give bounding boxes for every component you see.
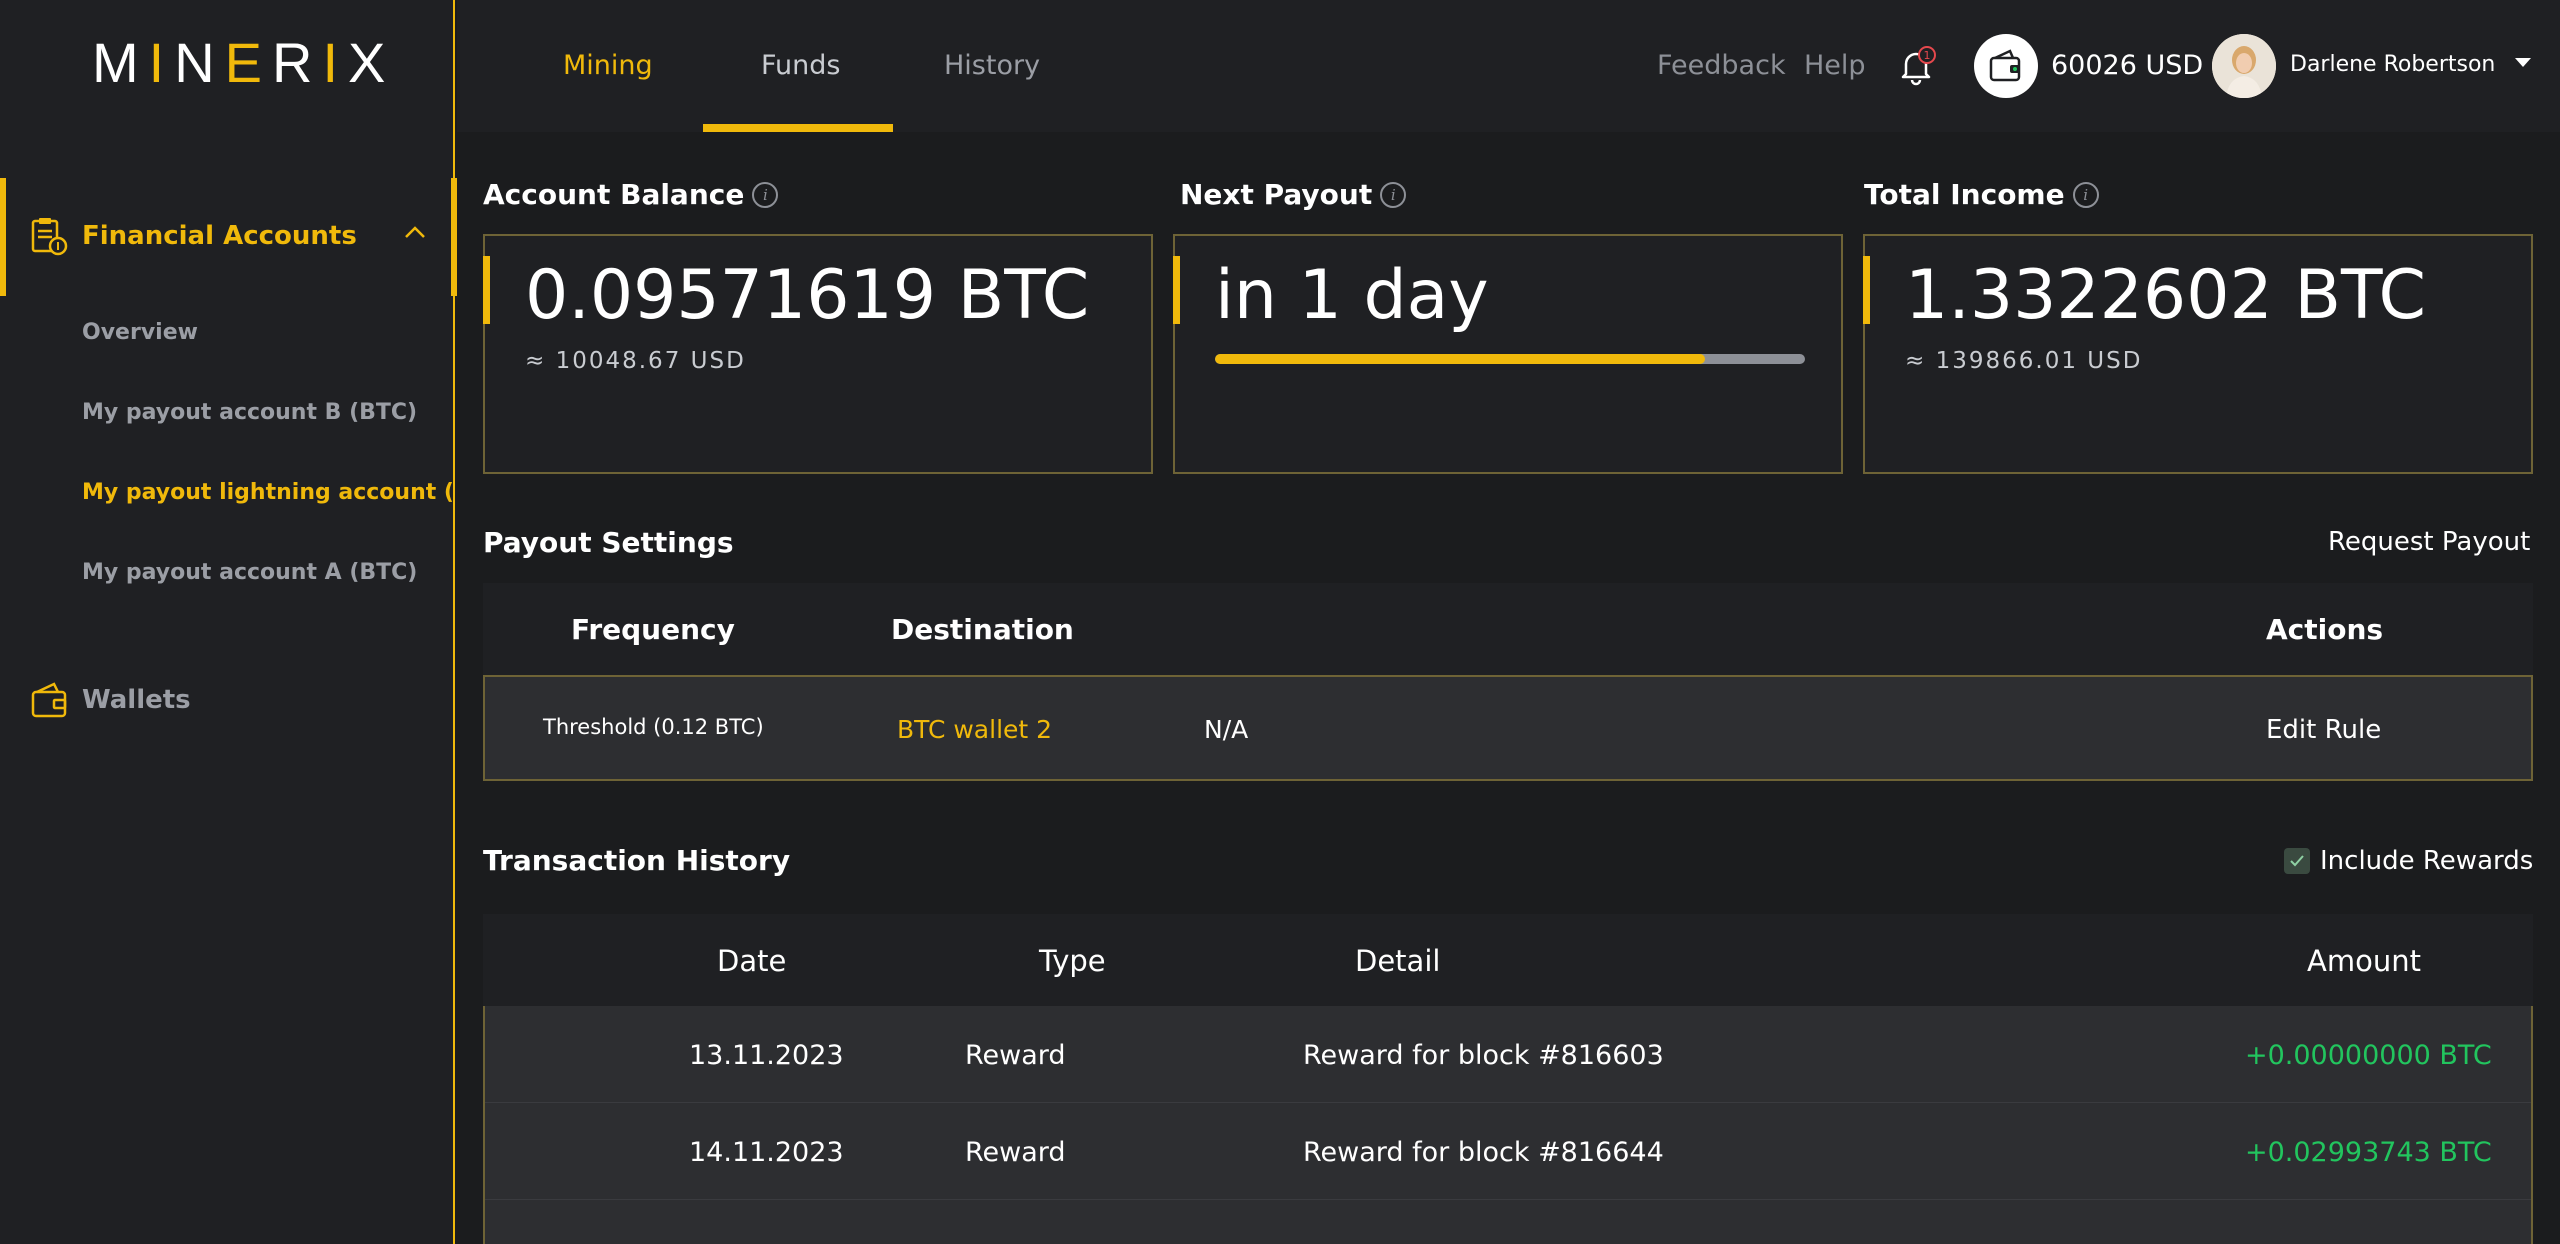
total-income-usd: ≈ 139866.01 USD: [1905, 348, 2143, 374]
ledger-icon: [31, 218, 68, 256]
avatar[interactable]: [2212, 34, 2276, 98]
account-balance-title: Account Balance i: [483, 178, 779, 211]
sidebar: MINERIX Financial Accounts Overview My p…: [0, 0, 457, 1244]
active-tab-indicator: [703, 124, 893, 132]
header-balance: 60026 USD: [2051, 50, 2204, 81]
financial-accounts-toggle[interactable]: Financial Accounts: [30, 216, 430, 256]
notification-bell-icon[interactable]: 1: [1894, 44, 1938, 88]
tx-date: 13.11.2023: [689, 1040, 844, 1071]
nav-group-wallets: Wallets: [0, 680, 455, 740]
tx-detail: Reward for block #816644: [1303, 1137, 1664, 1168]
info-icon[interactable]: i: [1380, 181, 1407, 208]
table-header: Date Type Detail Amount: [483, 914, 2533, 1006]
user-name: Darlene Robertson: [2290, 52, 2496, 77]
total-income-title: Total Income i: [1864, 178, 2099, 211]
nav-group-financial-accounts: Financial Accounts: [0, 178, 457, 296]
table-row: Threshold (0.12 BTC) BTC wallet 2 N/A Ed…: [483, 675, 2533, 781]
tx-type: Reward: [965, 1137, 1066, 1168]
transaction-history-table: Date Type Detail Amount 13.11.2023 Rewar…: [483, 914, 2533, 1244]
tab-mining[interactable]: Mining: [563, 50, 653, 81]
checkbox-box[interactable]: [2284, 848, 2310, 874]
table-row[interactable]: [485, 1200, 2531, 1244]
next-payout-progress-fill: [1215, 354, 1705, 364]
next-payout-title: Next Payout i: [1180, 178, 1407, 211]
account-balance-usd: ≈ 10048.67 USD: [525, 348, 746, 374]
user-photo: [2212, 34, 2276, 98]
payout-settings-table: Frequency Destination Actions Threshold …: [483, 583, 2533, 781]
column-amount: Amount: [2307, 944, 2421, 978]
total-income-label: Total Income: [1864, 178, 2065, 211]
sidebar-item-payout-account-b[interactable]: My payout account B (BTC): [82, 400, 452, 425]
top-header: Mining Funds History Feedback Help 1 600…: [457, 0, 2560, 132]
info-icon[interactable]: i: [2072, 181, 2099, 208]
column-destination: Destination: [891, 613, 1074, 646]
wallets-toggle[interactable]: Wallets: [30, 680, 430, 720]
header-wallet-button[interactable]: [1974, 34, 2038, 98]
wallet-icon: [31, 682, 67, 718]
sidebar-item-payout-account-a[interactable]: My payout account A (BTC): [82, 560, 452, 585]
next-payout-progress: [1215, 354, 1805, 364]
account-balance-label: Account Balance: [483, 178, 745, 211]
tx-type: Reward: [965, 1040, 1066, 1071]
tx-amount: +0.00000000 BTC: [2245, 1040, 2492, 1071]
account-balance-card: 0.09571619 BTC ≈ 10048.67 USD: [483, 234, 1153, 474]
transaction-history-title: Transaction History: [483, 844, 791, 877]
total-income-card: 1.3322602 BTC ≈ 139866.01 USD: [1863, 234, 2533, 474]
table-row[interactable]: 13.11.2023 Reward Reward for block #8166…: [485, 1006, 2531, 1103]
include-rewards-label: Include Rewards: [2320, 846, 2534, 876]
help-link[interactable]: Help: [1804, 50, 1866, 81]
check-icon: [2290, 855, 2304, 867]
tab-funds[interactable]: Funds: [761, 50, 840, 81]
column-actions: Actions: [2266, 613, 2384, 646]
tx-date: 14.11.2023: [689, 1137, 844, 1168]
column-type: Type: [1039, 944, 1106, 978]
notification-count: 1: [1924, 49, 1931, 62]
table-row[interactable]: 14.11.2023 Reward Reward for block #8166…: [485, 1103, 2531, 1200]
payout-frequency: Threshold (0.12 BTC): [543, 715, 764, 739]
financial-accounts-label: Financial Accounts: [82, 221, 357, 251]
table-body: 13.11.2023 Reward Reward for block #8166…: [483, 1006, 2533, 1244]
next-payout-card: in 1 day: [1173, 234, 1843, 474]
feedback-link[interactable]: Feedback: [1657, 50, 1786, 81]
payout-destination-link[interactable]: BTC wallet 2: [897, 715, 1052, 744]
column-detail: Detail: [1355, 944, 1441, 978]
logo[interactable]: MINERIX: [92, 31, 396, 94]
wallets-label: Wallets: [82, 685, 191, 715]
wallet-icon: [1989, 49, 2021, 82]
payout-extra: N/A: [1204, 715, 1249, 744]
sidebar-item-overview[interactable]: Overview: [82, 320, 452, 345]
request-payout-button[interactable]: Request Payout: [2328, 527, 2530, 557]
chevron-up-icon[interactable]: [400, 218, 430, 248]
next-payout-label: Next Payout: [1180, 178, 1373, 211]
tab-history[interactable]: History: [944, 50, 1040, 81]
info-icon[interactable]: i: [752, 181, 779, 208]
include-rewards-checkbox[interactable]: Include Rewards: [2284, 846, 2533, 876]
sidebar-item-payout-lightning-account[interactable]: My payout lightning account (B...: [82, 480, 452, 505]
total-income-value: 1.3322602 BTC: [1905, 256, 2427, 335]
payout-settings-title: Payout Settings: [483, 526, 734, 559]
column-frequency: Frequency: [571, 613, 735, 646]
edit-rule-button[interactable]: Edit Rule: [2266, 715, 2381, 745]
logo-text: MINERIX: [92, 31, 396, 94]
next-payout-value: in 1 day: [1215, 256, 1489, 335]
account-balance-value: 0.09571619 BTC: [525, 256, 1090, 335]
column-date: Date: [717, 944, 787, 978]
tx-detail: Reward for block #816603: [1303, 1040, 1664, 1071]
tx-amount: +0.02993743 BTC: [2245, 1137, 2492, 1168]
table-header: Frequency Destination Actions: [483, 583, 2533, 675]
chevron-down-icon[interactable]: [2515, 58, 2531, 67]
